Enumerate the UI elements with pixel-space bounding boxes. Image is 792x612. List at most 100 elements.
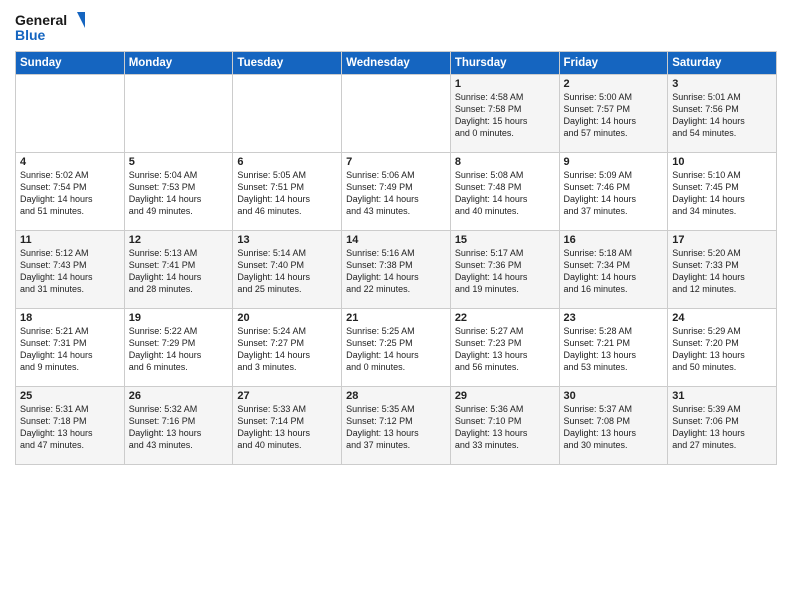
day-number: 29 (455, 390, 555, 402)
day-number: 7 (346, 156, 446, 168)
day-cell: 28Sunrise: 5:35 AM Sunset: 7:12 PM Dayli… (342, 387, 451, 465)
day-info: Sunrise: 5:17 AM Sunset: 7:36 PM Dayligh… (455, 247, 555, 296)
day-cell: 14Sunrise: 5:16 AM Sunset: 7:38 PM Dayli… (342, 231, 451, 309)
logo-svg: General Blue (15, 10, 85, 45)
day-cell: 24Sunrise: 5:29 AM Sunset: 7:20 PM Dayli… (668, 309, 777, 387)
day-number: 27 (237, 390, 337, 402)
day-cell: 27Sunrise: 5:33 AM Sunset: 7:14 PM Dayli… (233, 387, 342, 465)
day-info: Sunrise: 5:33 AM Sunset: 7:14 PM Dayligh… (237, 403, 337, 452)
day-number: 12 (129, 234, 229, 246)
day-info: Sunrise: 5:09 AM Sunset: 7:46 PM Dayligh… (564, 169, 664, 218)
day-cell: 25Sunrise: 5:31 AM Sunset: 7:18 PM Dayli… (16, 387, 125, 465)
day-cell: 26Sunrise: 5:32 AM Sunset: 7:16 PM Dayli… (124, 387, 233, 465)
day-cell: 1Sunrise: 4:58 AM Sunset: 7:58 PM Daylig… (450, 75, 559, 153)
day-info: Sunrise: 5:10 AM Sunset: 7:45 PM Dayligh… (672, 169, 772, 218)
day-info: Sunrise: 5:13 AM Sunset: 7:41 PM Dayligh… (129, 247, 229, 296)
day-cell: 20Sunrise: 5:24 AM Sunset: 7:27 PM Dayli… (233, 309, 342, 387)
day-number: 22 (455, 312, 555, 324)
day-cell: 5Sunrise: 5:04 AM Sunset: 7:53 PM Daylig… (124, 153, 233, 231)
week-row-3: 11Sunrise: 5:12 AM Sunset: 7:43 PM Dayli… (16, 231, 777, 309)
header: General Blue (15, 10, 777, 45)
day-cell: 8Sunrise: 5:08 AM Sunset: 7:48 PM Daylig… (450, 153, 559, 231)
day-number: 9 (564, 156, 664, 168)
day-number: 30 (564, 390, 664, 402)
day-number: 26 (129, 390, 229, 402)
day-info: Sunrise: 5:16 AM Sunset: 7:38 PM Dayligh… (346, 247, 446, 296)
day-number: 6 (237, 156, 337, 168)
day-info: Sunrise: 5:24 AM Sunset: 7:27 PM Dayligh… (237, 325, 337, 374)
day-cell: 23Sunrise: 5:28 AM Sunset: 7:21 PM Dayli… (559, 309, 668, 387)
day-number: 31 (672, 390, 772, 402)
day-number: 4 (20, 156, 120, 168)
day-info: Sunrise: 5:22 AM Sunset: 7:29 PM Dayligh… (129, 325, 229, 374)
day-cell: 19Sunrise: 5:22 AM Sunset: 7:29 PM Dayli… (124, 309, 233, 387)
week-row-4: 18Sunrise: 5:21 AM Sunset: 7:31 PM Dayli… (16, 309, 777, 387)
day-cell: 11Sunrise: 5:12 AM Sunset: 7:43 PM Dayli… (16, 231, 125, 309)
day-cell: 16Sunrise: 5:18 AM Sunset: 7:34 PM Dayli… (559, 231, 668, 309)
day-cell: 31Sunrise: 5:39 AM Sunset: 7:06 PM Dayli… (668, 387, 777, 465)
day-info: Sunrise: 5:06 AM Sunset: 7:49 PM Dayligh… (346, 169, 446, 218)
day-number: 5 (129, 156, 229, 168)
day-info: Sunrise: 5:00 AM Sunset: 7:57 PM Dayligh… (564, 91, 664, 140)
calendar-table: SundayMondayTuesdayWednesdayThursdayFrid… (15, 51, 777, 465)
day-cell: 29Sunrise: 5:36 AM Sunset: 7:10 PM Dayli… (450, 387, 559, 465)
day-number: 18 (20, 312, 120, 324)
day-number: 23 (564, 312, 664, 324)
day-cell: 15Sunrise: 5:17 AM Sunset: 7:36 PM Dayli… (450, 231, 559, 309)
day-info: Sunrise: 5:36 AM Sunset: 7:10 PM Dayligh… (455, 403, 555, 452)
col-header-friday: Friday (559, 52, 668, 75)
svg-text:General: General (15, 12, 67, 28)
col-header-sunday: Sunday (16, 52, 125, 75)
col-header-monday: Monday (124, 52, 233, 75)
day-cell: 12Sunrise: 5:13 AM Sunset: 7:41 PM Dayli… (124, 231, 233, 309)
day-info: Sunrise: 5:12 AM Sunset: 7:43 PM Dayligh… (20, 247, 120, 296)
day-number: 24 (672, 312, 772, 324)
col-header-tuesday: Tuesday (233, 52, 342, 75)
day-cell: 22Sunrise: 5:27 AM Sunset: 7:23 PM Dayli… (450, 309, 559, 387)
day-info: Sunrise: 5:01 AM Sunset: 7:56 PM Dayligh… (672, 91, 772, 140)
day-number: 15 (455, 234, 555, 246)
day-number: 2 (564, 78, 664, 90)
day-cell: 13Sunrise: 5:14 AM Sunset: 7:40 PM Dayli… (233, 231, 342, 309)
day-number: 16 (564, 234, 664, 246)
svg-text:Blue: Blue (15, 27, 46, 43)
day-info: Sunrise: 5:21 AM Sunset: 7:31 PM Dayligh… (20, 325, 120, 374)
day-info: Sunrise: 5:08 AM Sunset: 7:48 PM Dayligh… (455, 169, 555, 218)
day-cell: 7Sunrise: 5:06 AM Sunset: 7:49 PM Daylig… (342, 153, 451, 231)
day-cell: 18Sunrise: 5:21 AM Sunset: 7:31 PM Dayli… (16, 309, 125, 387)
day-info: Sunrise: 5:27 AM Sunset: 7:23 PM Dayligh… (455, 325, 555, 374)
day-info: Sunrise: 5:02 AM Sunset: 7:54 PM Dayligh… (20, 169, 120, 218)
day-info: Sunrise: 5:25 AM Sunset: 7:25 PM Dayligh… (346, 325, 446, 374)
day-cell (233, 75, 342, 153)
header-row: SundayMondayTuesdayWednesdayThursdayFrid… (16, 52, 777, 75)
day-info: Sunrise: 5:28 AM Sunset: 7:21 PM Dayligh… (564, 325, 664, 374)
day-info: Sunrise: 5:39 AM Sunset: 7:06 PM Dayligh… (672, 403, 772, 452)
day-number: 13 (237, 234, 337, 246)
day-cell (124, 75, 233, 153)
day-cell: 4Sunrise: 5:02 AM Sunset: 7:54 PM Daylig… (16, 153, 125, 231)
day-info: Sunrise: 4:58 AM Sunset: 7:58 PM Dayligh… (455, 91, 555, 140)
day-info: Sunrise: 5:05 AM Sunset: 7:51 PM Dayligh… (237, 169, 337, 218)
day-number: 19 (129, 312, 229, 324)
day-number: 21 (346, 312, 446, 324)
day-cell: 10Sunrise: 5:10 AM Sunset: 7:45 PM Dayli… (668, 153, 777, 231)
week-row-1: 1Sunrise: 4:58 AM Sunset: 7:58 PM Daylig… (16, 75, 777, 153)
calendar-page: General Blue SundayMondayTuesdayWednesda… (0, 0, 792, 612)
day-cell: 21Sunrise: 5:25 AM Sunset: 7:25 PM Dayli… (342, 309, 451, 387)
day-info: Sunrise: 5:32 AM Sunset: 7:16 PM Dayligh… (129, 403, 229, 452)
day-info: Sunrise: 5:37 AM Sunset: 7:08 PM Dayligh… (564, 403, 664, 452)
day-cell (342, 75, 451, 153)
day-cell: 2Sunrise: 5:00 AM Sunset: 7:57 PM Daylig… (559, 75, 668, 153)
day-number: 20 (237, 312, 337, 324)
day-number: 3 (672, 78, 772, 90)
col-header-wednesday: Wednesday (342, 52, 451, 75)
day-number: 25 (20, 390, 120, 402)
day-number: 8 (455, 156, 555, 168)
day-number: 1 (455, 78, 555, 90)
day-number: 14 (346, 234, 446, 246)
day-cell: 9Sunrise: 5:09 AM Sunset: 7:46 PM Daylig… (559, 153, 668, 231)
week-row-5: 25Sunrise: 5:31 AM Sunset: 7:18 PM Dayli… (16, 387, 777, 465)
col-header-thursday: Thursday (450, 52, 559, 75)
day-number: 28 (346, 390, 446, 402)
logo: General Blue (15, 10, 85, 45)
